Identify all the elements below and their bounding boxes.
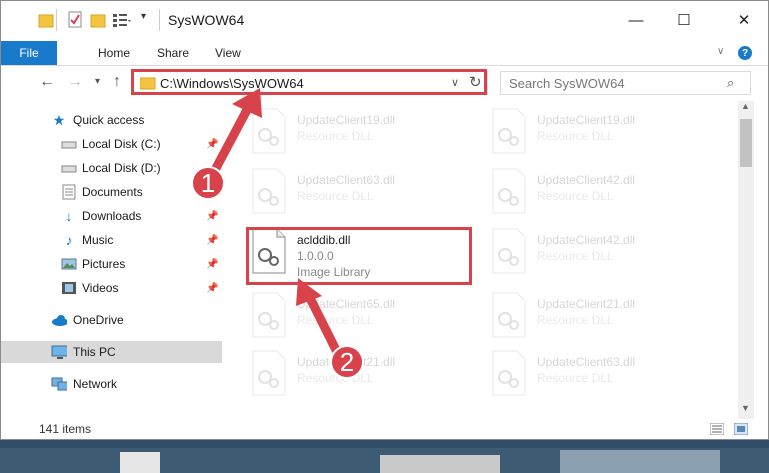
step-1-badge: 1 xyxy=(191,166,225,200)
annotation-arrows xyxy=(210,88,341,355)
step-2-badge: 2 xyxy=(330,345,364,379)
